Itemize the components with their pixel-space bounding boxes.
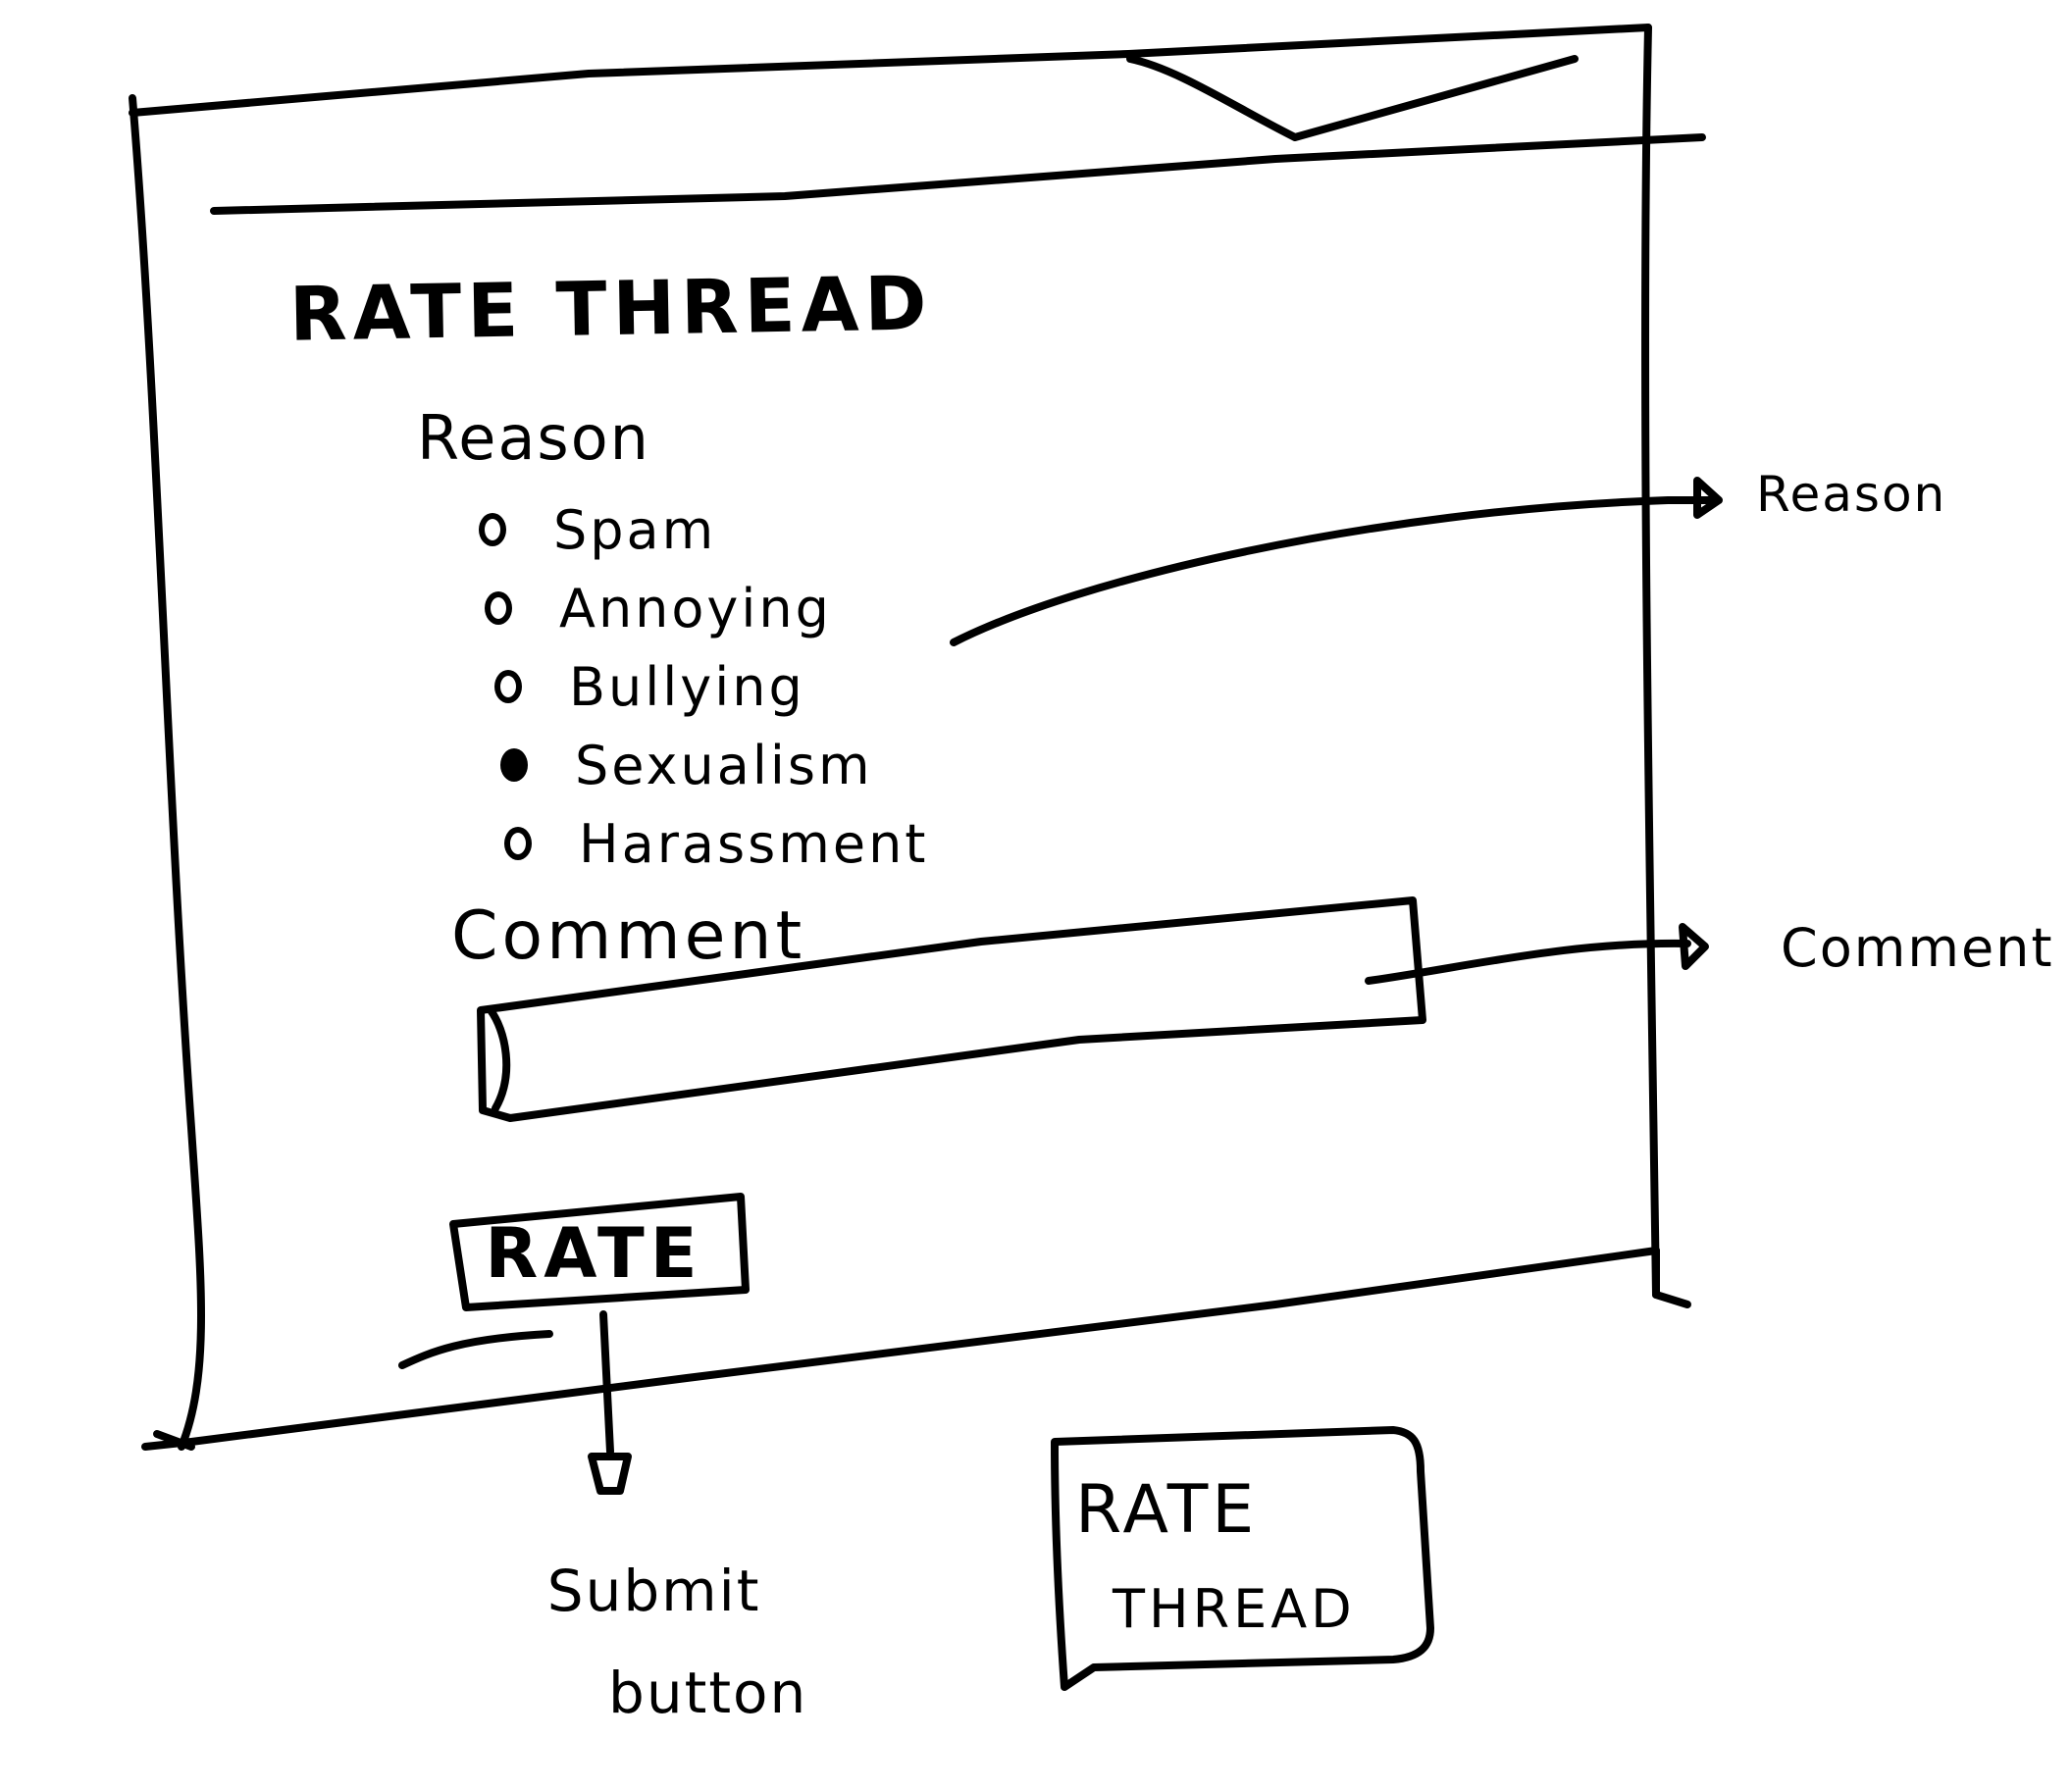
radio-circle-icon[interactable] (494, 670, 522, 703)
header-separator (210, 133, 1706, 215)
window-frame-right-tail (1652, 1247, 1691, 1308)
legend-line2: THREAD (1113, 1578, 1356, 1640)
annotation-marker-comment (1679, 923, 1709, 970)
reason-label: Reason (417, 402, 650, 474)
radio-circle-filled-icon[interactable] (500, 748, 528, 782)
radio-circle-icon[interactable] (485, 591, 512, 625)
radio-circle-icon[interactable] (504, 827, 532, 860)
window-frame-right-edge (1641, 24, 1660, 1299)
radio-circle-icon[interactable] (479, 513, 506, 546)
reason-radio-group: Spam Annoying Bullying Sexualism Harassm… (479, 490, 928, 883)
window-frame-bottom-edge (141, 1247, 1660, 1451)
annotation-line-submit (599, 1310, 614, 1456)
reason-option-annoying[interactable]: Annoying (485, 569, 928, 647)
comment-box-cursor (487, 1006, 511, 1112)
reason-option-sexualism[interactable]: Sexualism (500, 726, 928, 804)
reason-option-spam[interactable]: Spam (479, 490, 928, 569)
reason-option-label: Annoying (559, 577, 832, 639)
reason-option-bullying[interactable]: Bullying (494, 647, 928, 726)
annotation-submit-button: Submit button (500, 1540, 807, 1745)
reason-option-harassment[interactable]: Harassment (504, 804, 928, 883)
reason-option-label: Spam (553, 498, 717, 561)
rate-submit-button[interactable]: RATE (449, 1201, 739, 1304)
legend-line1: RATE (1075, 1471, 1259, 1549)
annotation-comment: Comment (1781, 917, 2054, 979)
dialog-title: RATE THREAD (288, 259, 934, 358)
window-tab-flap (1126, 55, 1579, 141)
reason-option-label: Sexualism (575, 734, 873, 796)
annotation-submit-line2: button (608, 1660, 808, 1727)
reason-option-label: Harassment (579, 812, 929, 875)
comment-label: Comment (451, 897, 806, 975)
reason-option-label: Bullying (569, 655, 805, 718)
annotation-submit-line1: Submit (546, 1558, 761, 1624)
sketch-wireframe (129, 24, 1723, 1691)
legend-box: RATE THREAD (1048, 1440, 1430, 1665)
annotation-marker-submit (588, 1453, 632, 1495)
window-frame-left-edge (129, 94, 205, 1451)
annotation-reason: Reason (1756, 466, 1947, 523)
annotation-line-reason (950, 496, 1716, 646)
footer-separator (398, 1330, 553, 1369)
